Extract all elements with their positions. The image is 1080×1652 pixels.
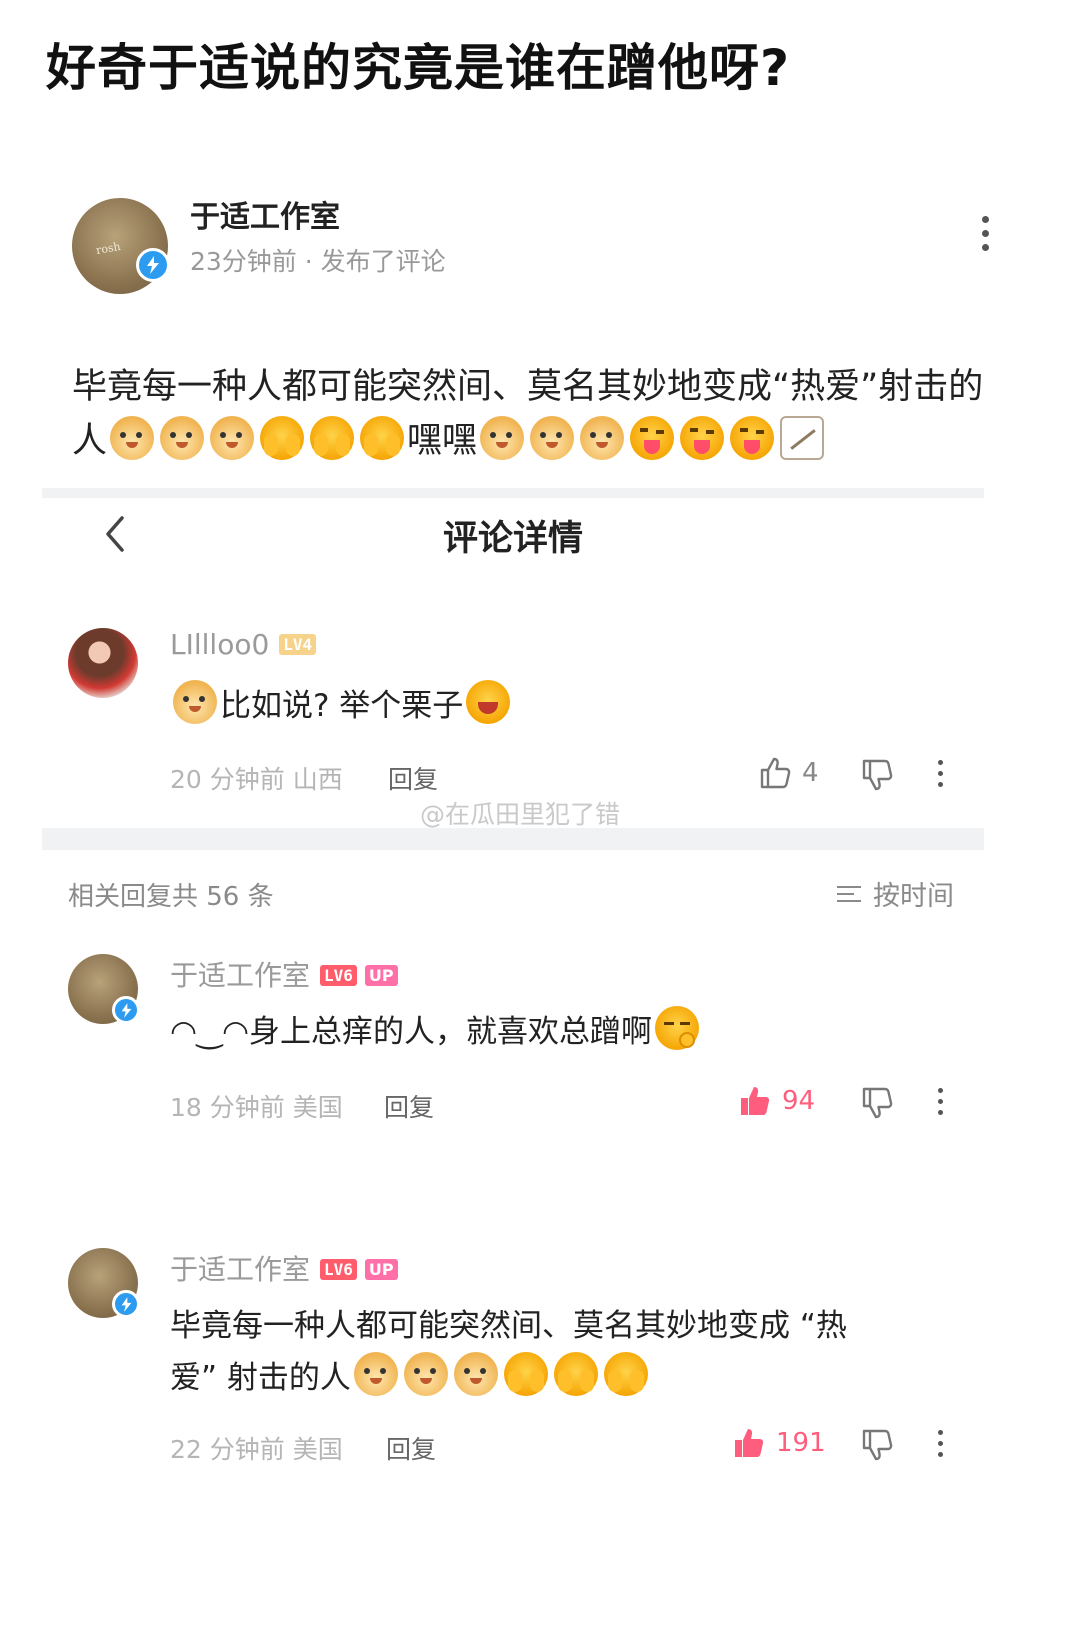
replies-count: 相关回复共 56 条 bbox=[68, 882, 274, 912]
post-text: 毕竟每一种人都可能突然间、莫名其妙地变成“热爱”射击的人 嘿嘿 bbox=[72, 360, 1012, 468]
thumb-up-icon bbox=[735, 1429, 764, 1457]
watermark: @在瓜田里犯了错 bbox=[420, 800, 621, 829]
more-icon[interactable] bbox=[980, 216, 990, 256]
doge-emoji-icon bbox=[453, 1352, 498, 1396]
commenter-avatar[interactable] bbox=[68, 628, 138, 698]
comment-text-body: 比如说? 举个栗子 bbox=[220, 688, 464, 724]
reply-button[interactable]: 回复 bbox=[388, 760, 438, 796]
like-button[interactable]: 191 bbox=[732, 1426, 826, 1460]
sort-label: 按时间 bbox=[873, 881, 954, 912]
doge-emoji-icon bbox=[580, 416, 625, 460]
reply-meta: 18 分钟前 美国 bbox=[170, 1093, 343, 1122]
reply-text-body: 身上总痒的人，就喜欢总蹭啊 bbox=[249, 1014, 653, 1050]
doge-emoji-icon bbox=[403, 1352, 448, 1396]
post-laugh-text: 嘿嘿 bbox=[407, 421, 478, 461]
reply-button[interactable]: 回复 bbox=[386, 1430, 436, 1466]
reply-author-name[interactable]: 于适工作室 bbox=[170, 959, 310, 992]
thumb-up-icon bbox=[760, 757, 791, 789]
up-badge: UP bbox=[364, 1259, 398, 1280]
reply-text-line2: 爱” 射击的人 bbox=[170, 1360, 351, 1396]
thumb-down-icon[interactable] bbox=[860, 758, 894, 792]
comment-author[interactable]: LIllloo0 LV4 bbox=[170, 628, 317, 661]
detail-header: 评论详情 bbox=[42, 500, 984, 580]
laugh-emoji-icon bbox=[466, 680, 511, 724]
doge-emoji-icon bbox=[353, 1352, 398, 1396]
like-count: 4 bbox=[802, 758, 819, 788]
tongue-emoji-icon bbox=[630, 416, 675, 460]
reply-text-line1: 毕竟每一种人都可能突然间、莫名其妙地变成 “热 bbox=[170, 1308, 847, 1344]
reply-text-line2-wrap: 爱” 射击的人 bbox=[170, 1352, 930, 1404]
doge-emoji-icon bbox=[110, 416, 155, 460]
page-headline: 好奇于适说的究竟是谁在蹭他呀? bbox=[46, 39, 791, 97]
cover-face-emoji-icon bbox=[553, 1352, 598, 1396]
doge-emoji-icon bbox=[160, 416, 205, 460]
thumb-down-icon[interactable] bbox=[860, 1428, 894, 1462]
sort-button[interactable]: 按时间 bbox=[837, 874, 954, 913]
cover-face-emoji-icon bbox=[360, 416, 405, 460]
section-divider bbox=[42, 828, 984, 850]
comment-text: 比如说? 举个栗子 bbox=[170, 680, 930, 732]
more-icon[interactable] bbox=[935, 1088, 945, 1122]
cover-face-emoji-icon bbox=[310, 416, 355, 460]
doge-emoji-icon bbox=[210, 416, 255, 460]
cover-face-emoji-icon bbox=[503, 1352, 548, 1396]
reply-author[interactable]: 于适工作室 LV6 UP bbox=[170, 954, 398, 994]
divider bbox=[42, 488, 984, 498]
more-icon[interactable] bbox=[935, 1430, 945, 1464]
post-text-body: 毕竟每一种人都可能突然间、莫名其妙地变成“热爱”射击的人 bbox=[72, 367, 984, 461]
level-badge: LV6 bbox=[320, 965, 357, 986]
reply-author[interactable]: 于适工作室 LV6 UP bbox=[170, 1248, 398, 1288]
comment-author-name[interactable]: LIllloo0 bbox=[170, 628, 269, 661]
reply-author-name[interactable]: 于适工作室 bbox=[170, 1253, 310, 1286]
post-meta: 23分钟前 · 发布了评论 bbox=[190, 247, 446, 276]
smug-emoji-icon bbox=[655, 1006, 700, 1050]
replies-header: 相关回复共 56 条 按时间 bbox=[42, 868, 984, 918]
reply-text: 毕竟每一种人都可能突然间、莫名其妙地变成 “热 爱” 射击的人 bbox=[170, 1300, 930, 1404]
reply-meta: 22 分钟前 美国 bbox=[170, 1435, 343, 1464]
reply-text: ◠‿◠身上总痒的人，就喜欢总蹭啊 bbox=[170, 1006, 930, 1058]
comment-meta: 20 分钟前 山西 bbox=[170, 765, 343, 794]
verify-icon bbox=[136, 248, 170, 282]
sort-icon bbox=[837, 881, 861, 907]
reply-button[interactable]: 回复 bbox=[384, 1088, 434, 1124]
tongue-emoji-icon bbox=[730, 416, 775, 460]
cover-face-emoji-icon bbox=[603, 1352, 648, 1396]
up-badge: UP bbox=[364, 965, 398, 986]
cover-face-emoji-icon bbox=[260, 416, 305, 460]
thumb-down-icon[interactable] bbox=[860, 1086, 894, 1120]
like-button[interactable]: 4 bbox=[758, 756, 819, 790]
doge-emoji-icon bbox=[530, 416, 575, 460]
level-badge: LV4 bbox=[279, 634, 317, 655]
detail-title: 评论详情 bbox=[442, 519, 583, 559]
bow-arrow-emoji-icon bbox=[780, 416, 825, 460]
doge-emoji-icon bbox=[173, 680, 217, 724]
tongue-emoji-icon bbox=[680, 416, 725, 460]
like-button[interactable]: 94 bbox=[738, 1084, 815, 1118]
verify-icon bbox=[112, 996, 140, 1024]
like-count: 191 bbox=[776, 1428, 826, 1458]
level-badge: LV6 bbox=[320, 1259, 357, 1280]
like-count: 94 bbox=[782, 1086, 816, 1116]
thumb-up-icon bbox=[741, 1087, 770, 1115]
avatar-text: rosh bbox=[95, 240, 122, 258]
more-icon[interactable] bbox=[935, 760, 945, 794]
post-author-name[interactable]: 于适工作室 bbox=[190, 192, 340, 236]
doge-emoji-icon bbox=[480, 416, 525, 460]
verify-icon bbox=[112, 1290, 140, 1318]
reply-kaomoji: ◠‿◠ bbox=[170, 1014, 250, 1050]
